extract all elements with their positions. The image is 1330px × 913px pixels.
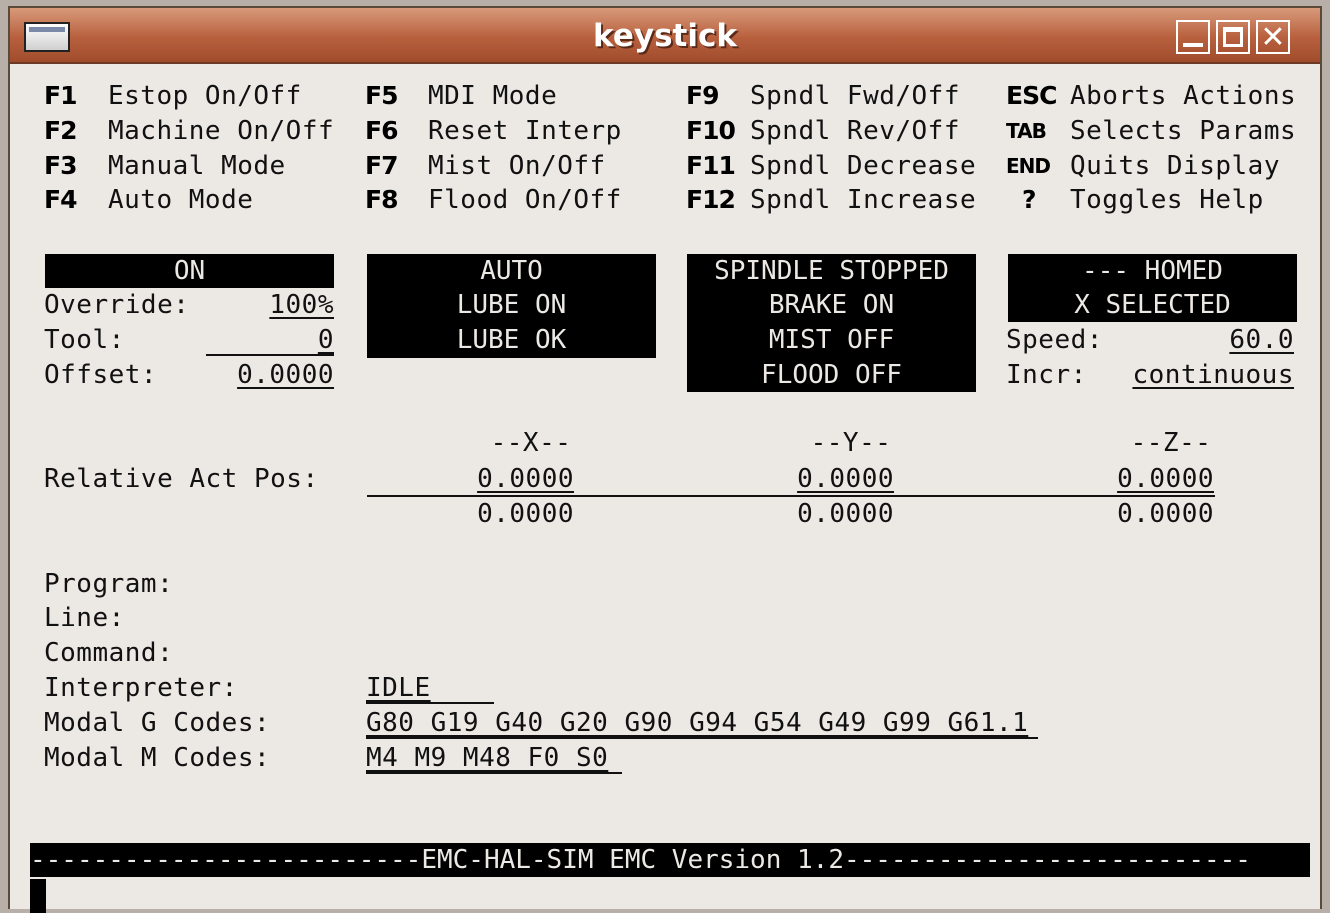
- tool-value: 0: [317, 325, 334, 355]
- terminal-area[interactable]: F1 Estop On/Off F2 Machine On/Off F3 Man…: [10, 64, 1320, 913]
- key-f9: F9: [686, 81, 719, 110]
- pos-z-actual: 0.0000: [1117, 464, 1214, 494]
- pos-x-second: 0.0000: [477, 499, 574, 529]
- mist-status: MIST OFF: [768, 325, 895, 355]
- key-f10-label: Spndl Rev/Off: [750, 116, 960, 146]
- machine-status: ON: [173, 256, 206, 286]
- key-help: ?: [1022, 185, 1036, 214]
- key-f5: F5: [365, 81, 398, 110]
- footer-status-line: -------------------------EMC-HAL-SIM EMC…: [30, 845, 1251, 875]
- key-f3: F3: [44, 151, 77, 180]
- key-f10: F10: [686, 116, 736, 145]
- tool-underline: [206, 354, 334, 356]
- key-end: END: [1006, 154, 1051, 178]
- override-label: Override:: [44, 290, 190, 320]
- key-help-label: Toggles Help: [1070, 185, 1264, 215]
- window-title: keystick: [593, 18, 737, 54]
- speed-value[interactable]: 60.0: [1130, 323, 1294, 357]
- key-end-label: Quits Display: [1070, 151, 1280, 181]
- key-f11-label: Spndl Decrease: [750, 151, 977, 181]
- keystick-window: keystick ✕ F1 Estop On/Off F2 Machine On…: [8, 6, 1322, 913]
- key-f1-label: Estop On/Off: [108, 81, 302, 111]
- axis-x-header: --X--: [490, 428, 572, 458]
- interpreter-value: IDLE: [366, 673, 431, 703]
- key-tab: TAB: [1006, 119, 1047, 143]
- key-f6-label: Reset Interp: [428, 116, 622, 146]
- key-f2-label: Machine On/Off: [108, 116, 335, 146]
- pos-y-actual: 0.0000: [797, 464, 894, 494]
- modal-m-value: M4 M9 M48 F0 S0: [366, 743, 609, 773]
- key-f7: F7: [365, 151, 398, 180]
- key-f8-label: Flood On/Off: [428, 185, 622, 215]
- close-icon: ✕: [1260, 20, 1286, 55]
- key-esc-label: Aborts Actions: [1070, 81, 1297, 111]
- key-f6: F6: [365, 116, 398, 145]
- offset-label: Offset:: [44, 360, 158, 390]
- offset-value: 0.0000: [237, 360, 334, 390]
- key-esc: ESC: [1006, 81, 1057, 110]
- key-f12-label: Spndl Increase: [750, 185, 977, 215]
- modal-g-label: Modal G Codes:: [44, 708, 271, 738]
- key-f11: F11: [686, 151, 736, 180]
- key-f4: F4: [44, 185, 77, 214]
- modal-m-label: Modal M Codes:: [44, 743, 271, 773]
- line-label: Line:: [44, 603, 125, 633]
- key-f12: F12: [686, 185, 736, 214]
- lube-status: LUBE ON: [456, 290, 567, 320]
- speed-label[interactable]: Speed:: [1006, 323, 1103, 357]
- override-value: 100%: [269, 290, 334, 320]
- axis-z-header: --Z--: [1130, 428, 1212, 458]
- key-f7-label: Mist On/Off: [428, 151, 606, 181]
- key-f8: F8: [365, 185, 398, 214]
- key-f3-label: Manual Mode: [108, 151, 286, 181]
- pos-z-second: 0.0000: [1117, 499, 1214, 529]
- flood-status: FLOOD OFF: [761, 360, 902, 390]
- key-f5-label: MDI Mode: [428, 81, 558, 111]
- key-f1: F1: [44, 81, 77, 110]
- spindle-status: SPINDLE STOPPED: [714, 256, 949, 286]
- mode-status: AUTO: [480, 256, 543, 286]
- relative-pos-label: Relative Act Pos:: [44, 464, 319, 494]
- key-tab-label: Selects Params: [1070, 116, 1297, 146]
- axis-y-header: --Y--: [810, 428, 892, 458]
- key-f9-label: Spndl Fwd/Off: [750, 81, 960, 111]
- title-bar[interactable]: keystick ✕: [10, 8, 1320, 64]
- homed-status: --- HOMED: [1082, 256, 1223, 286]
- command-label: Command:: [44, 638, 174, 668]
- modal-g-value: G80 G19 G40 G20 G90 G94 G54 G49 G99 G61.…: [366, 708, 1029, 738]
- interpreter-underline: [366, 702, 494, 704]
- pos-y-second: 0.0000: [797, 499, 894, 529]
- pos-x-actual: 0.0000: [477, 464, 574, 494]
- incr-label[interactable]: Incr:: [1006, 358, 1087, 392]
- maximize-button[interactable]: [1216, 20, 1250, 54]
- key-f4-label: Auto Mode: [108, 185, 254, 215]
- incr-value[interactable]: continuous: [1130, 358, 1294, 392]
- interpreter-label: Interpreter:: [44, 673, 238, 703]
- lube-ok-status: LUBE OK: [456, 325, 567, 355]
- program-label: Program:: [44, 569, 174, 599]
- close-button[interactable]: ✕: [1256, 20, 1290, 55]
- axis-selected-status: X SELECTED: [1074, 290, 1231, 320]
- key-f2: F2: [44, 116, 77, 145]
- modal-m-underline: [366, 772, 622, 774]
- text-cursor[interactable]: [30, 879, 46, 913]
- modal-g-underline: [366, 737, 1038, 739]
- brake-status: BRAKE ON: [768, 290, 895, 320]
- tool-label: Tool:: [44, 325, 125, 355]
- minimize-button[interactable]: [1176, 20, 1210, 54]
